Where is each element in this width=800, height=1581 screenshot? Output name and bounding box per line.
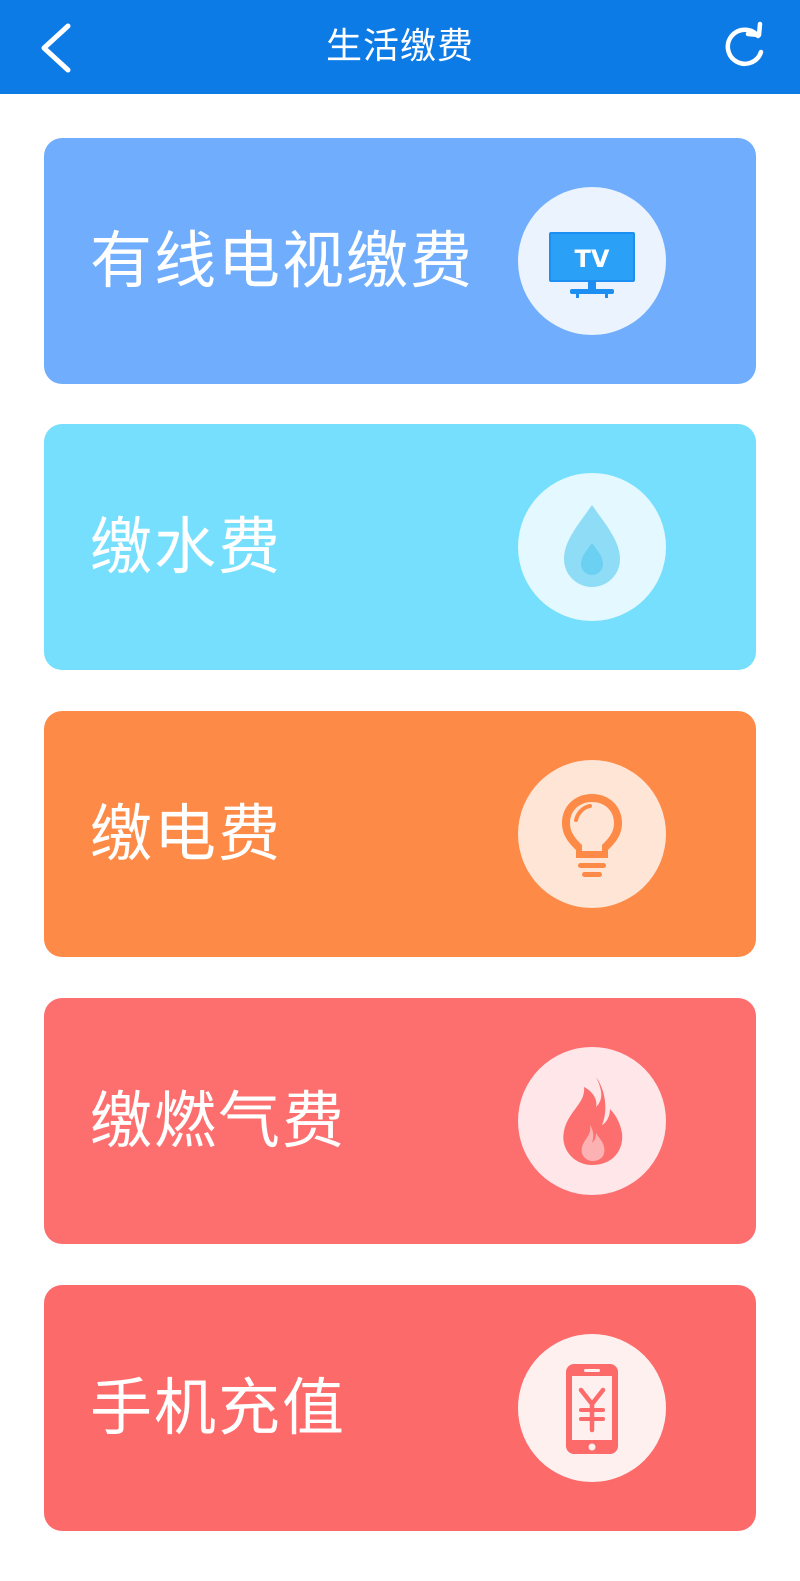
refresh-button[interactable] [716, 20, 772, 76]
gas-bill-card[interactable]: 缴燃气费 [44, 998, 756, 1244]
back-button[interactable] [24, 18, 88, 78]
navigation-bar: 生活缴费 [0, 0, 800, 94]
water-bill-card[interactable]: 缴水费 [44, 424, 756, 670]
page-title: 生活缴费 [325, 26, 474, 67]
cable-tv-payment-label: 有线电视缴费 [90, 224, 475, 297]
electricity-bill-label: 缴电费 [90, 797, 283, 870]
cable-tv-payment-card[interactable]: 有线电视缴费 TV [44, 138, 756, 384]
water-drop-icon [518, 473, 666, 621]
mobile-top-up-card[interactable]: 手机充值 [44, 1285, 756, 1531]
svg-text:TV: TV [575, 245, 610, 273]
light-bulb-icon [518, 760, 666, 908]
water-bill-label: 缴水费 [90, 510, 283, 583]
tv-icon: TV [518, 187, 666, 335]
mobile-top-up-label: 手机充值 [90, 1371, 347, 1444]
chevron-left-icon [41, 23, 71, 73]
mobile-yuan-icon [518, 1334, 666, 1482]
refresh-icon [725, 21, 764, 66]
flame-icon [518, 1047, 666, 1195]
gas-bill-label: 缴燃气费 [90, 1084, 347, 1157]
electricity-bill-card[interactable]: 缴电费 [44, 711, 756, 957]
